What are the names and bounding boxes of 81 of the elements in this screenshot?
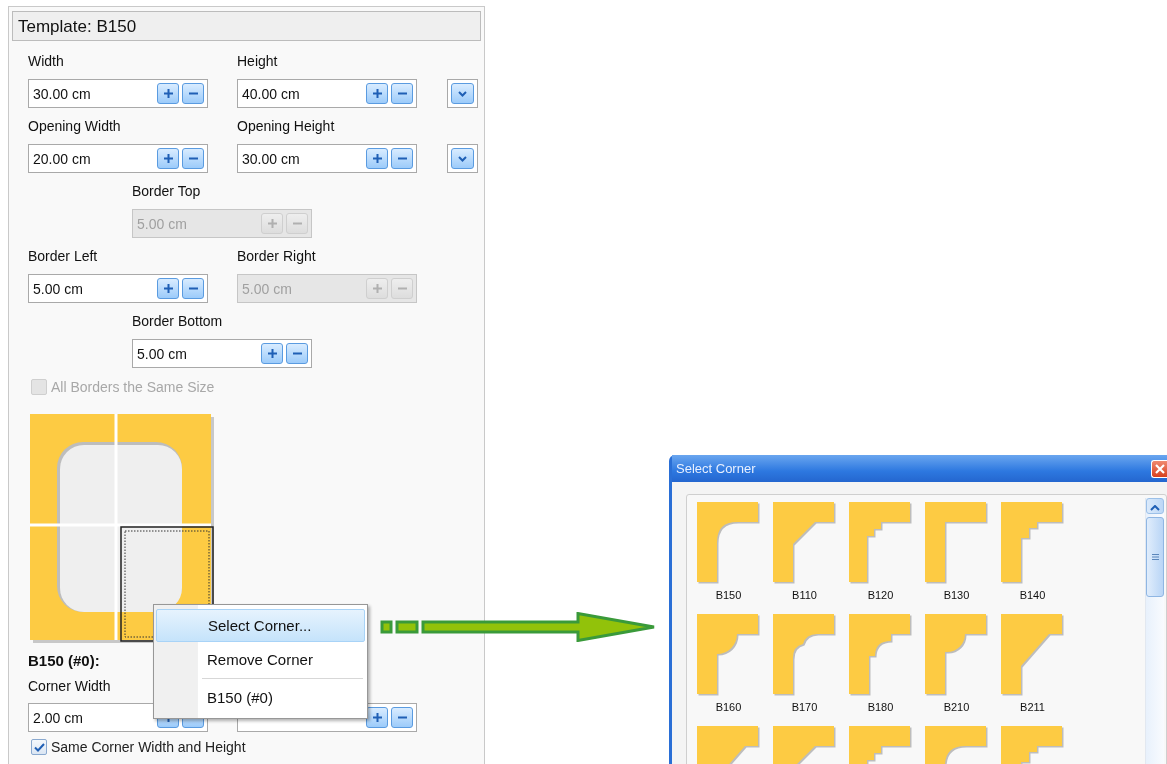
menu-item[interactable]: Remove Corner	[156, 643, 365, 676]
corner-profile-icon[interactable]	[773, 614, 836, 696]
corner-profile-icon[interactable]	[925, 502, 988, 584]
plus-button[interactable]	[157, 83, 179, 104]
minus-icon	[397, 157, 407, 160]
plus-button[interactable]	[157, 148, 179, 169]
corner-profile-icon[interactable]	[849, 614, 912, 696]
dropdown-button[interactable]	[447, 144, 478, 173]
minus-button[interactable]	[286, 213, 308, 234]
plus-icon	[372, 284, 382, 293]
plus-icon	[163, 284, 173, 293]
field-label: Border Left	[28, 247, 99, 266]
close-button[interactable]	[1151, 459, 1167, 478]
field-label: Width	[28, 52, 65, 71]
checkbox-label: All Borders the Same Size	[51, 379, 215, 395]
corner-profile-icon[interactable]	[1001, 614, 1064, 696]
corner-name: B211	[1020, 701, 1045, 713]
minus-button[interactable]	[286, 343, 308, 364]
corner-name: B110	[792, 589, 817, 601]
minus-icon	[397, 287, 407, 290]
plus-icon	[163, 89, 173, 98]
checkbox[interactable]	[31, 739, 47, 755]
plus-button[interactable]	[366, 83, 388, 104]
minus-button[interactable]	[391, 148, 413, 169]
field-label: Border Bottom	[132, 312, 224, 331]
corner-profile-icon[interactable]	[773, 502, 836, 584]
corner-profile-icon[interactable]	[697, 502, 760, 584]
plus-icon	[267, 219, 277, 228]
menu-item[interactable]: Select Corner...	[156, 609, 365, 642]
minus-button[interactable]	[391, 83, 413, 104]
corner-name: B150	[715, 589, 742, 601]
minus-button[interactable]	[182, 278, 204, 299]
plus-button[interactable]	[366, 707, 388, 728]
plus-icon	[372, 713, 382, 722]
field-label: Border Right	[237, 247, 317, 266]
minus-button[interactable]	[391, 278, 413, 299]
checkbox-label: Same Corner Width and Height	[51, 739, 246, 755]
corner-name: B210	[943, 701, 970, 713]
corner-name: B180	[867, 701, 894, 713]
scroll-up-button[interactable]	[1146, 498, 1164, 514]
corner-name: B160	[715, 701, 742, 713]
corner-profile-icon[interactable]	[697, 614, 760, 696]
plus-icon	[372, 89, 382, 98]
corner-profile-icon[interactable]	[925, 614, 988, 696]
dropdown-button[interactable]	[447, 79, 478, 108]
minus-icon	[292, 352, 302, 355]
dialog-title: Select Corner	[675, 461, 756, 476]
corner-profile-icon[interactable]	[1001, 502, 1064, 584]
corner-title: B150 (#0):	[28, 652, 100, 671]
minus-button[interactable]	[182, 83, 204, 104]
minus-icon	[397, 92, 407, 95]
minus-icon	[292, 222, 302, 225]
corner-name: B120	[867, 589, 894, 601]
scrollbar[interactable]	[1145, 498, 1164, 764]
chevron-down-icon	[458, 155, 467, 162]
grip-icon	[1151, 554, 1159, 560]
corner-name: B130	[943, 589, 970, 601]
corner-name: B140	[1019, 589, 1046, 601]
plus-button[interactable]	[261, 343, 283, 364]
plus-button[interactable]	[366, 148, 388, 169]
plus-button[interactable]	[157, 278, 179, 299]
field-label: Border Top	[132, 182, 202, 201]
plus-icon	[267, 349, 277, 358]
corner-profile-icon[interactable]	[849, 502, 912, 584]
chevron-up-icon	[1150, 505, 1160, 511]
field-label: Opening Width	[28, 117, 122, 136]
scroll-thumb[interactable]	[1146, 517, 1164, 597]
panel-title: Template: B150	[12, 11, 481, 41]
plus-icon	[372, 154, 382, 163]
minus-button[interactable]	[182, 148, 204, 169]
minus-icon	[188, 287, 198, 290]
field-label: Corner Width	[28, 677, 111, 696]
chevron-down-icon	[458, 90, 467, 97]
plus-icon	[163, 154, 173, 163]
field-label: Height	[237, 52, 279, 71]
minus-icon	[188, 92, 198, 95]
field-label: Opening Height	[237, 117, 336, 136]
minus-icon	[397, 716, 407, 719]
minus-icon	[188, 157, 198, 160]
close-icon	[1154, 463, 1165, 474]
corner-name: B170	[791, 701, 818, 713]
